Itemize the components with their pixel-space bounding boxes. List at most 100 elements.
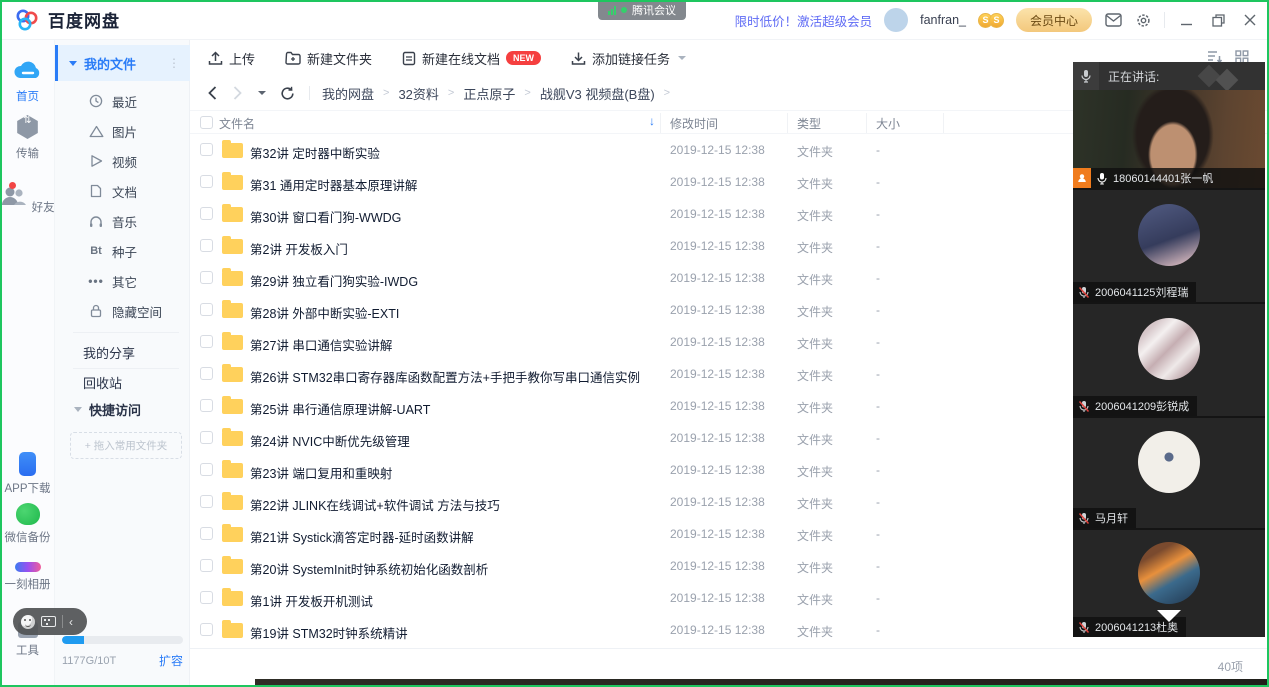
row-checkbox[interactable] [200, 143, 213, 156]
file-name[interactable]: 第26讲 STM32串口寄存器库函数配置方法+手把手教你写串口通信实例 [250, 367, 640, 386]
column-header-name[interactable]: 文件名 [219, 115, 255, 132]
file-name[interactable]: 第27讲 串口通信实验讲解 [250, 335, 392, 354]
row-checkbox[interactable] [200, 239, 213, 252]
row-checkbox[interactable] [200, 495, 213, 508]
new-online-doc-button[interactable]: 新建在线文档 NEW [402, 49, 541, 68]
sort-desc-icon[interactable]: ↓ [649, 114, 655, 128]
username[interactable]: fanfran_ [920, 13, 966, 27]
file-date: 2019-12-15 12:38 [670, 559, 765, 573]
sidebar-item-最近[interactable]: 最近 [55, 86, 190, 116]
sidebar-item-其它[interactable]: •••其它 [55, 266, 190, 296]
row-checkbox[interactable] [200, 271, 213, 284]
sidebar-item-音乐[interactable]: 音乐 [55, 206, 190, 236]
row-checkbox[interactable] [200, 623, 213, 636]
minimize-button[interactable] [1177, 11, 1195, 29]
file-size: - [876, 239, 880, 253]
close-button[interactable] [1241, 11, 1259, 29]
rail-item-home[interactable]: 首页 [0, 58, 55, 104]
upload-button[interactable]: 上传 [208, 49, 255, 68]
breadcrumb-separator: > [524, 87, 530, 99]
download-link-icon [571, 51, 586, 66]
column-header-type[interactable]: 类型 [797, 115, 821, 132]
file-name[interactable]: 第21讲 Systick滴答定时器-延时函数讲解 [250, 527, 474, 546]
moment-album-icon [15, 562, 41, 572]
collapse-chevron-icon[interactable]: ‹ [69, 615, 73, 629]
row-checkbox[interactable] [200, 175, 213, 188]
folder-icon [222, 623, 243, 638]
file-name[interactable]: 第1讲 开发板开机测试 [250, 591, 373, 610]
emoji-icon[interactable] [21, 615, 35, 629]
promo-link[interactable]: 限时低价！激活超级会员 [735, 11, 873, 30]
add-link-task-button[interactable]: 添加链接任务 [571, 49, 686, 68]
row-checkbox[interactable] [200, 527, 213, 540]
row-checkbox[interactable] [200, 463, 213, 476]
column-header-date[interactable]: 修改时间 [670, 115, 718, 132]
rail-item-moment-album[interactable]: 一刻相册 [0, 556, 55, 592]
sidebar-item-文档[interactable]: 文档 [55, 176, 190, 206]
member-center-button[interactable]: 会员中心 [1016, 8, 1092, 32]
select-all-checkbox[interactable] [200, 116, 213, 129]
file-name[interactable]: 第30讲 窗口看门狗-WWDG [250, 207, 401, 226]
scroll-down-indicator[interactable] [1157, 610, 1181, 622]
row-checkbox[interactable] [200, 559, 213, 572]
history-dropdown-icon[interactable] [256, 91, 266, 95]
input-float-pill[interactable]: ‹ [13, 608, 87, 635]
breadcrumb-item[interactable]: 我的网盘 [322, 84, 374, 103]
sidebar-item-视频[interactable]: 视频 [55, 146, 190, 176]
restore-button[interactable] [1209, 11, 1227, 29]
back-button[interactable] [208, 86, 217, 100]
new-folder-button[interactable]: 新建文件夹 [285, 49, 372, 68]
user-avatar[interactable] [884, 8, 908, 32]
file-name[interactable]: 第28讲 外部中断实验-EXTI [250, 303, 399, 322]
new-feature-badge: NEW [506, 51, 541, 65]
refresh-icon[interactable] [280, 86, 295, 101]
file-name[interactable]: 第32讲 定时器中断实验 [250, 143, 380, 162]
participant-tile[interactable]: 2006041209彭锐成 [1073, 304, 1265, 416]
sidebar-item-种子[interactable]: Bt种子 [55, 236, 190, 266]
expand-storage-link[interactable]: 扩容 [159, 652, 183, 669]
column-header-size[interactable]: 大小 [876, 115, 900, 132]
rail-item-transfer[interactable]: ⇅ 传输 [0, 115, 55, 161]
kebab-menu-icon[interactable]: ⋮ [168, 56, 180, 70]
settings-gear-icon[interactable] [1134, 11, 1152, 29]
row-checkbox[interactable] [200, 303, 213, 316]
sidebar-section-quick-access[interactable]: 快捷访问 [55, 400, 141, 419]
file-name[interactable]: 第19讲 STM32时钟系统精讲 [250, 623, 408, 642]
meeting-overlay-pill[interactable]: 腾讯会议 [598, 0, 686, 20]
sidebar-section-label: 快捷访问 [89, 400, 141, 419]
row-checkbox[interactable] [200, 367, 213, 380]
row-checkbox[interactable] [200, 207, 213, 220]
breadcrumb-item[interactable]: 正点原子 [463, 84, 515, 103]
sidebar-item-my-files[interactable]: 我的文件 ⋮ [55, 45, 190, 81]
mail-icon[interactable] [1104, 11, 1122, 29]
breadcrumb-item[interactable]: 32资料 [398, 84, 438, 103]
forward-button[interactable] [233, 86, 242, 100]
sidebar-item-隐藏空间[interactable]: 隐藏空间 [55, 296, 190, 326]
row-checkbox[interactable] [200, 335, 213, 348]
row-checkbox[interactable] [200, 431, 213, 444]
breadcrumb-item[interactable]: 战舰V3 视频盘(B盘) [540, 84, 655, 103]
file-name[interactable]: 第24讲 NVIC中断优先级管理 [250, 431, 410, 450]
breadcrumb-separator: > [664, 87, 670, 99]
participant-tile[interactable]: 18060144401张一帆 [1073, 90, 1265, 188]
sidebar-item-图片[interactable]: 图片 [55, 116, 190, 146]
row-checkbox[interactable] [200, 399, 213, 412]
rail-item-wechat-backup[interactable]: 微信备份 [0, 503, 55, 545]
keyboard-icon[interactable] [41, 616, 56, 627]
file-name[interactable]: 第25讲 串行通信原理讲解-UART [250, 399, 430, 418]
file-name[interactable]: 第23讲 端口复用和重映射 [250, 463, 392, 482]
drop-folder-hint[interactable]: + 拖入常用文件夹 [70, 432, 182, 459]
row-checkbox[interactable] [200, 591, 213, 604]
breadcrumb-separator: > [448, 87, 454, 99]
participant-tile[interactable]: 马月轩 [1073, 418, 1265, 528]
sidebar-item-my-share[interactable]: 我的分享 [83, 343, 135, 362]
file-name[interactable]: 第22讲 JLINK在线调试+软件调试 方法与技巧 [250, 495, 500, 514]
rail-item-friends[interactable]: 好友 [0, 185, 55, 215]
file-name[interactable]: 第29讲 独立看门狗实验-IWDG [250, 271, 418, 290]
sidebar-item-recycle-bin[interactable]: 回收站 [83, 373, 122, 392]
rail-item-app-download[interactable]: APP下载 [0, 452, 55, 496]
participant-tile[interactable]: 2006041125刘程瑞 [1073, 190, 1265, 302]
file-name[interactable]: 第20讲 SystemInit时钟系统初始化函数剖析 [250, 559, 488, 578]
file-name[interactable]: 第31 通用定时器基本原理讲解 [250, 175, 417, 194]
file-name[interactable]: 第2讲 开发板入门 [250, 239, 348, 258]
